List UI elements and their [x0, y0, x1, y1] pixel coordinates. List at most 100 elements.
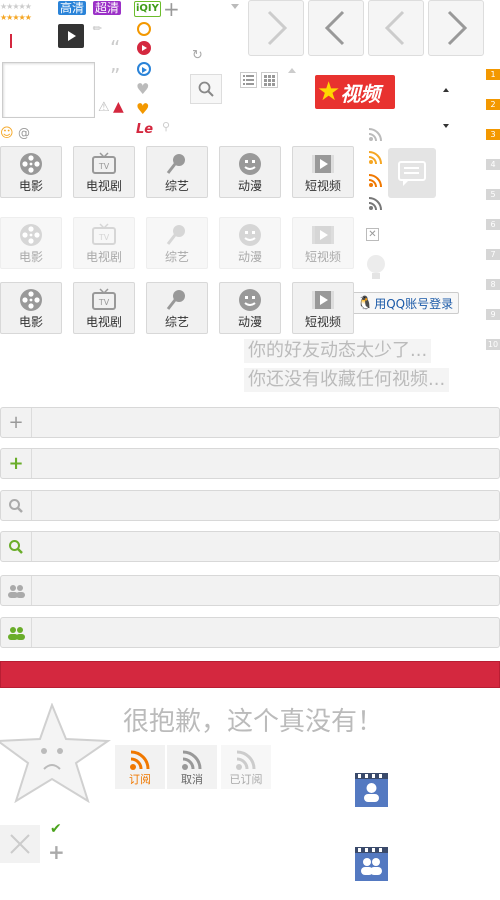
sort-up-icon[interactable] [443, 88, 449, 92]
qq-login-button[interactable]: 🐧 用QQ账号登录 [352, 292, 459, 314]
category-button-short[interactable]: 短视频 [292, 146, 354, 198]
rank-number: 4 [486, 159, 500, 170]
svg-text:TV: TV [98, 298, 110, 307]
heart-orange-icon[interactable]: ♥ [136, 102, 149, 117]
category-label: 综艺 [164, 315, 189, 329]
sad-star-illustration [0, 702, 112, 804]
category-button-anime[interactable]: 动漫 [219, 146, 281, 198]
message-bubble-icon [398, 161, 426, 186]
subscribe-button[interactable]: 订阅 [115, 745, 165, 789]
chevron-right-icon [447, 10, 468, 46]
add-bar-grey[interactable]: + [0, 407, 500, 438]
rss-grey-icon[interactable] [368, 128, 382, 145]
category-label: 动漫 [237, 315, 262, 329]
message-button[interactable] [388, 148, 436, 198]
subscribed-button: 已订阅 [221, 745, 271, 789]
iqiyi-badge: iQIY [134, 1, 161, 17]
category-row-normal: 电影 TV 电视剧 综艺 动漫 短视频 [0, 146, 354, 198]
rank-number: 6 [486, 219, 500, 230]
category-label: 电影 [18, 315, 43, 329]
close-large-button[interactable] [0, 825, 40, 863]
play-video-icon [310, 222, 336, 248]
empty-friends-message: 你的好友动态太少了... [244, 339, 432, 363]
small-search-icon: ⚲ [162, 120, 171, 133]
friends-bar-green[interactable] [0, 617, 500, 648]
heart-grey-icon[interactable]: ♥ [136, 82, 149, 97]
user-channel-icon[interactable] [355, 773, 388, 807]
sort-down-icon[interactable] [443, 124, 449, 128]
friends-bar-grey[interactable] [0, 575, 500, 606]
search-button[interactable] [190, 74, 222, 104]
rating-stars-full: ★★★★★ [0, 13, 32, 22]
close-small-icon[interactable]: ✕ [366, 228, 379, 241]
rss-orange-light-icon[interactable] [368, 151, 382, 168]
grid-view-icon[interactable] [261, 72, 278, 88]
qq-login-label: 用QQ账号登录 [374, 296, 454, 311]
category-button-anime[interactable]: 动漫 [219, 282, 281, 334]
rank-number: 5 [486, 189, 500, 200]
group-channel-icon[interactable] [355, 847, 388, 881]
prev-arrow-light[interactable] [368, 0, 424, 56]
video-logo: ★ 视频 [315, 75, 395, 109]
plus-grey-icon[interactable]: + [48, 842, 65, 862]
category-button-short: 短视频 [292, 217, 354, 269]
warning-red-icon: ▲ [113, 99, 124, 115]
search-bar-green[interactable] [0, 531, 500, 562]
close-icon [10, 834, 30, 854]
blue-play-icon[interactable] [137, 62, 151, 76]
category-button-tv[interactable]: TV 电视剧 [73, 282, 135, 334]
add-bar-green[interactable]: + [0, 448, 500, 479]
rank-number: 8 [486, 279, 500, 290]
category-button-variety[interactable]: 综艺 [146, 282, 208, 334]
subscribe-label: 订阅 [129, 773, 151, 786]
smiley-face-icon [237, 287, 263, 313]
chevron-right-icon [267, 10, 288, 46]
video-logo-text: 视频 [340, 81, 381, 106]
chevron-left-icon [324, 10, 345, 46]
rss-light-icon [236, 750, 256, 770]
red-banner [0, 661, 500, 688]
red-play-icon[interactable] [137, 41, 151, 55]
play-button[interactable] [58, 24, 84, 48]
category-label: 动漫 [237, 179, 262, 193]
rank-number: 3 [486, 129, 500, 140]
rss-dark-icon[interactable] [368, 197, 382, 214]
friends-green-icon [8, 626, 25, 640]
unsubscribe-button[interactable]: 取消 [167, 745, 217, 789]
category-button-short[interactable]: 短视频 [292, 282, 354, 334]
rank-number: 9 [486, 309, 500, 320]
emoticon-icon[interactable]: ☺ [0, 126, 14, 141]
plus-green-icon: + [8, 453, 24, 474]
next-arrow-light[interactable] [248, 0, 304, 56]
refresh-icon[interactable]: ↻ [192, 48, 203, 63]
category-button-movie[interactable]: 电影 [0, 282, 62, 334]
rss-orange-icon[interactable] [368, 174, 382, 191]
prev-arrow-dark[interactable] [308, 0, 364, 56]
red-marker [10, 34, 12, 48]
rss-orange-icon [130, 750, 150, 770]
film-reel-icon [18, 151, 44, 177]
rank-number: 7 [486, 249, 500, 260]
next-arrow-dark[interactable] [428, 0, 484, 56]
comment-textarea[interactable] [2, 62, 95, 118]
search-green-icon [9, 539, 23, 554]
tencent-weibo-icon[interactable] [137, 22, 151, 36]
category-button-tv: TV 电视剧 [73, 217, 135, 269]
category-button-variety[interactable]: 综艺 [146, 146, 208, 198]
svg-text:TV: TV [98, 162, 110, 171]
play-video-icon [310, 287, 336, 313]
category-row-disabled: 电影 TV 电视剧 综艺 动漫 短视频 [0, 217, 354, 269]
microphone-icon [164, 151, 190, 177]
search-bar-grey[interactable] [0, 490, 500, 521]
category-label: 电影 [18, 179, 43, 193]
svg-text:TV: TV [98, 233, 110, 242]
hd-badge: 高清 [58, 1, 87, 15]
category-button-movie[interactable]: 电影 [0, 146, 62, 198]
checkmark-icon: ✔ [50, 821, 62, 837]
list-view-icon[interactable] [240, 72, 257, 88]
smiley-face-icon [237, 222, 263, 248]
category-button-tv[interactable]: TV 电视剧 [73, 146, 135, 198]
plus-icon[interactable]: + [163, 0, 180, 19]
tv-icon: TV [91, 151, 117, 177]
at-mention-icon[interactable]: @ [18, 126, 30, 140]
